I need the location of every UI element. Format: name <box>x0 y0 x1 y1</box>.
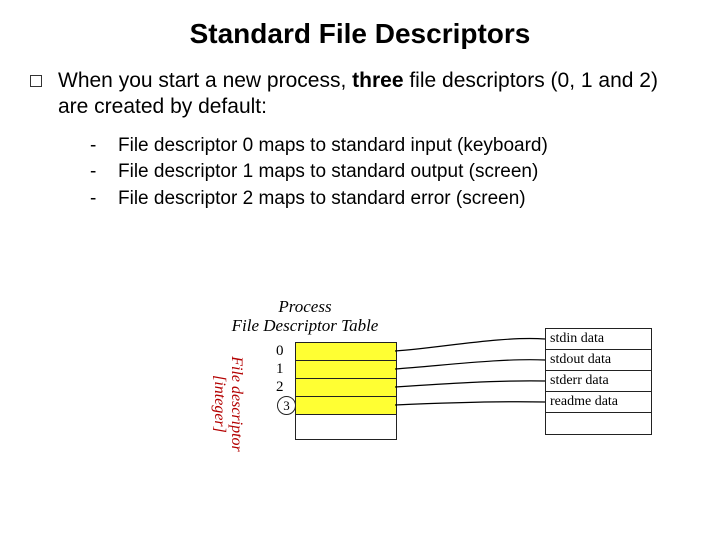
main-bullet-bold: three <box>352 69 403 92</box>
sub-bullet-text: File descriptor 2 maps to standard error… <box>118 186 526 213</box>
diagram: Process File Descriptor Table File descr… <box>0 298 720 538</box>
main-bullet: When you start a new process, three file… <box>30 68 690 121</box>
slide-title: Standard File Descriptors <box>0 18 720 50</box>
data-row-stdin: stdin data <box>546 329 651 350</box>
main-bullet-pre: When you start a new process, <box>58 69 352 92</box>
dash-icon: - <box>90 186 118 213</box>
data-row-empty <box>546 413 651 434</box>
sub-bullet-item: - File descriptor 1 maps to standard out… <box>90 159 720 186</box>
sub-bullet-item: - File descriptor 2 maps to standard err… <box>90 186 720 213</box>
data-row-stderr: stderr data <box>546 371 651 392</box>
sub-bullet-text: File descriptor 1 maps to standard outpu… <box>118 159 538 186</box>
main-bullet-text: When you start a new process, three file… <box>58 68 690 121</box>
dash-icon: - <box>90 159 118 186</box>
data-row-stdout: stdout data <box>546 350 651 371</box>
dash-icon: - <box>90 133 118 160</box>
data-row-readme: readme data <box>546 392 651 413</box>
data-table: stdin data stdout data stderr data readm… <box>545 328 652 435</box>
sub-bullet-text: File descriptor 0 maps to standard input… <box>118 133 548 160</box>
sub-bullet-list: - File descriptor 0 maps to standard inp… <box>90 133 720 213</box>
bullet-square-icon <box>30 75 42 87</box>
sub-bullet-item: - File descriptor 0 maps to standard inp… <box>90 133 720 160</box>
